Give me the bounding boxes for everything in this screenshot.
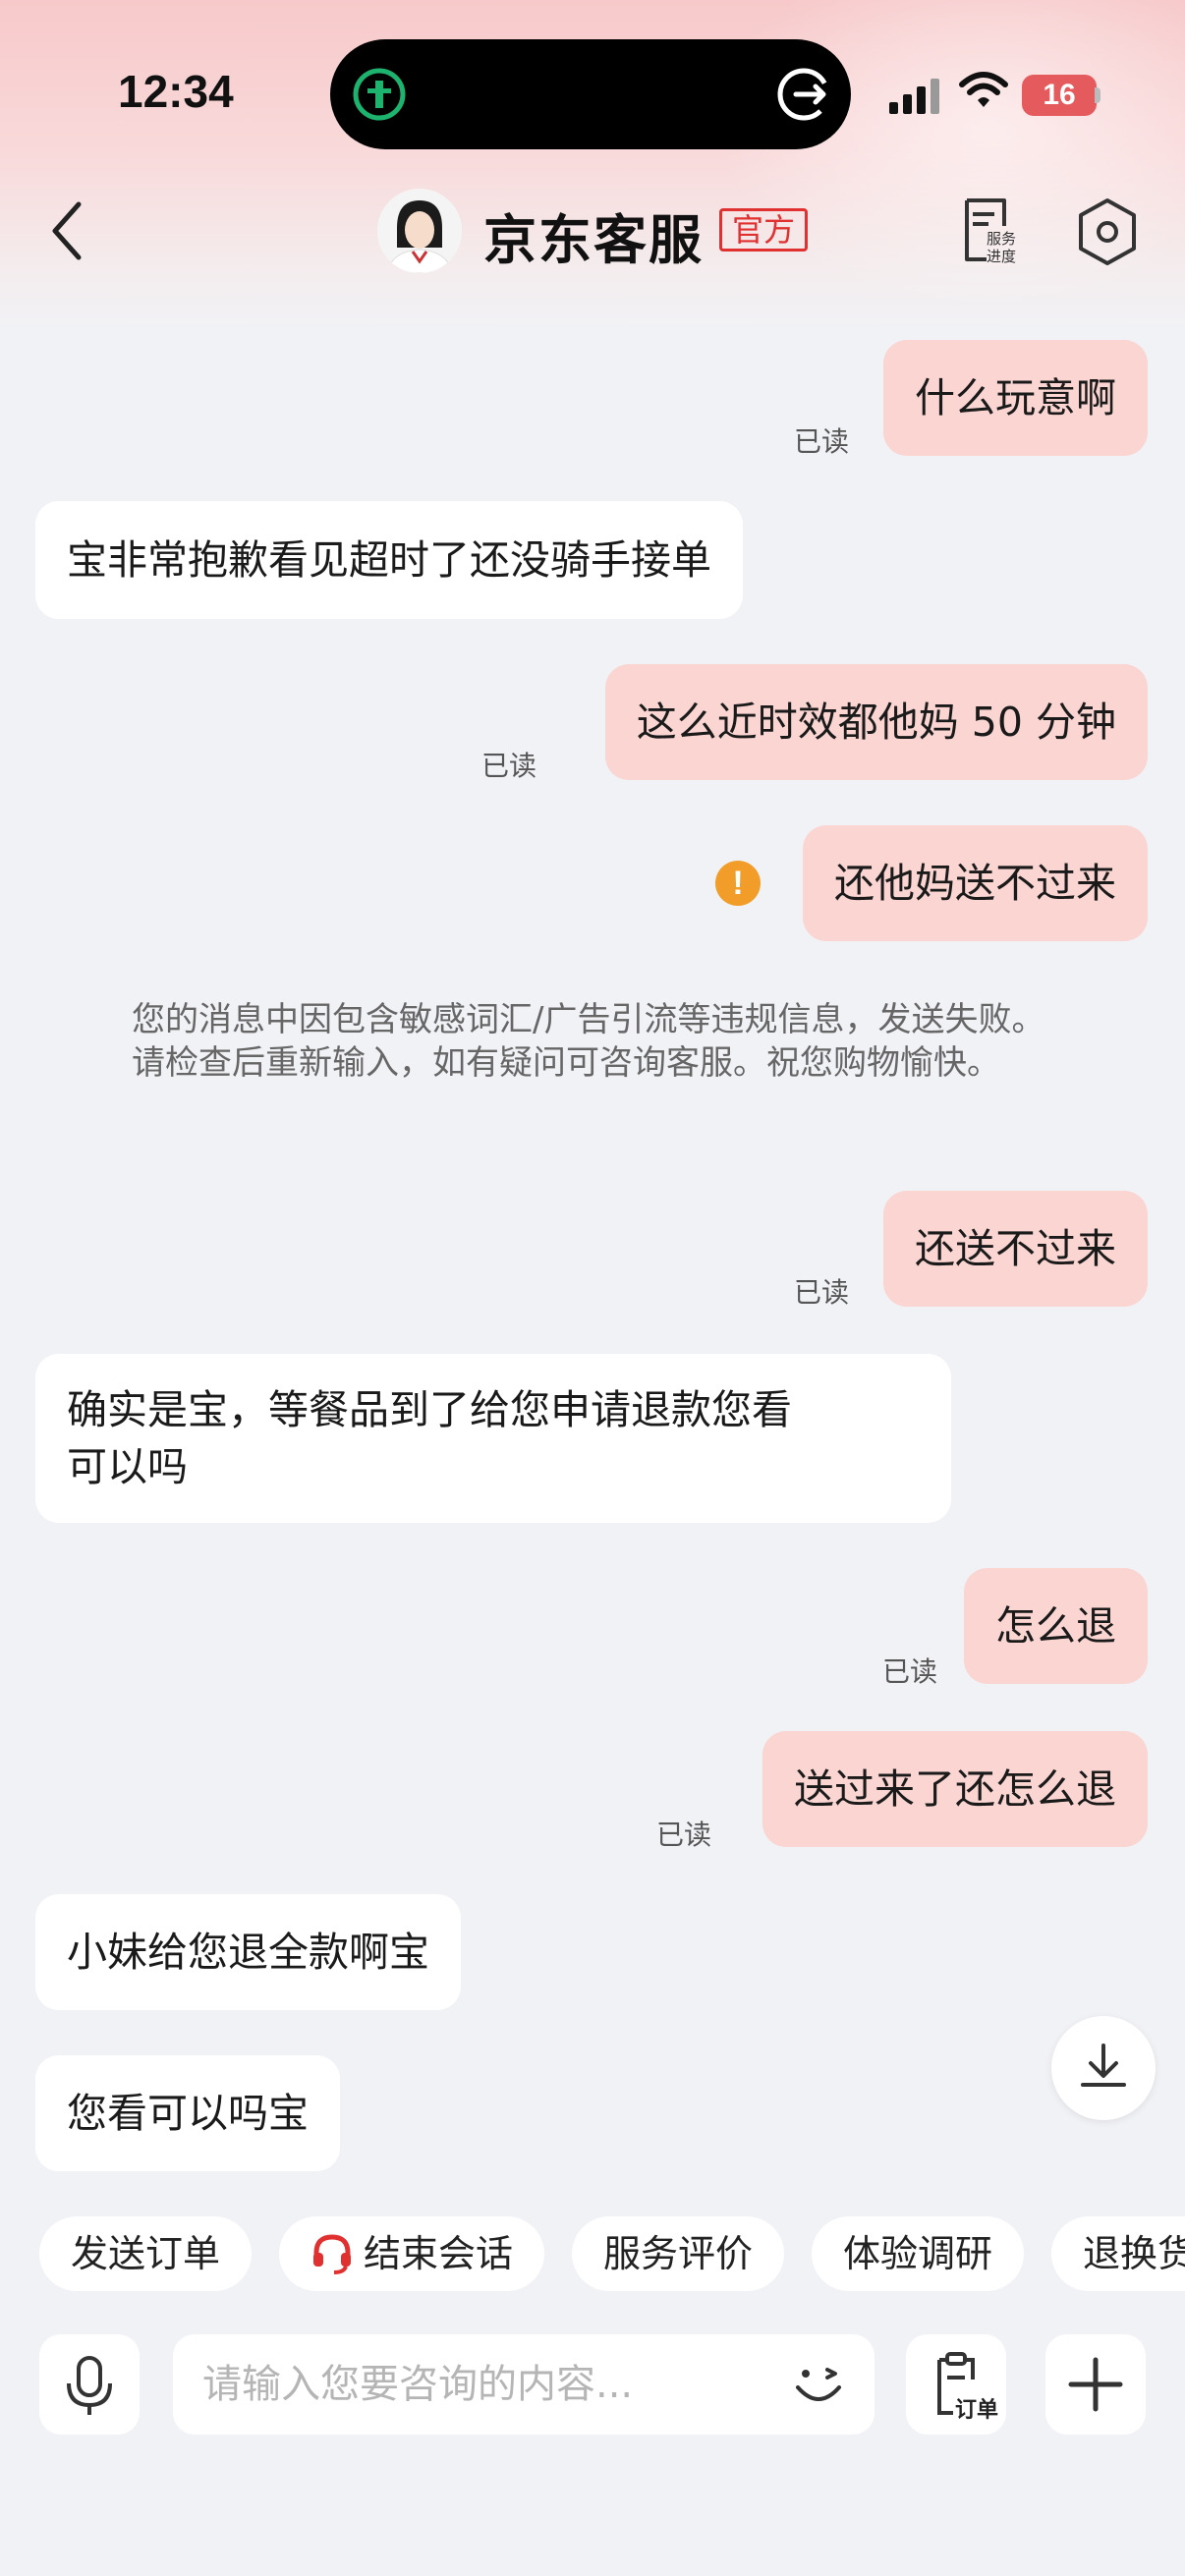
incoming-message[interactable]: 确实是宝，等餐品到了给您申请退款您看 可以吗 <box>35 1354 951 1523</box>
microphone-icon <box>67 2356 112 2415</box>
message-line: 可以吗 <box>67 1443 188 1490</box>
quick-action-return-exchange[interactable]: 退换货 <box>1051 2216 1185 2291</box>
read-status: 已读 <box>794 425 850 458</box>
quick-action-service-rating[interactable]: 服务评价 <box>572 2216 785 2291</box>
incoming-message[interactable]: 您看可以吗宝 <box>35 2055 340 2171</box>
bank-app-icon <box>353 68 406 121</box>
service-icon-label-1: 服务 <box>987 230 1016 248</box>
outgoing-message[interactable]: 什么玩意啊 <box>883 340 1148 456</box>
order-button[interactable]: 订单 <box>906 2334 1006 2435</box>
read-status: 已读 <box>481 750 537 782</box>
quick-action-end-session[interactable]: 结束会话 <box>279 2216 545 2291</box>
incoming-message[interactable]: 小妹给您退全款啊宝 <box>35 1894 461 2010</box>
back-chevron-icon[interactable] <box>47 196 86 265</box>
order-clipboard-icon: 订单 <box>937 2352 998 2423</box>
service-icon-label-2: 进度 <box>987 248 1016 265</box>
read-status: 已读 <box>656 1819 712 1851</box>
emoji-wink-icon[interactable] <box>788 2354 849 2415</box>
wifi-icon <box>959 72 1008 107</box>
status-time: 12:34 <box>118 66 234 117</box>
headset-icon <box>313 2234 351 2274</box>
plus-icon <box>1068 2357 1123 2412</box>
outgoing-message[interactable]: 还送不过来 <box>883 1191 1148 1307</box>
signal-icon <box>889 79 939 114</box>
read-status: 已读 <box>794 1276 850 1309</box>
outgoing-message[interactable]: 这么近时效都他妈 50 分钟 <box>604 664 1148 780</box>
settings-hexagon-icon[interactable] <box>1075 196 1140 267</box>
agent-avatar[interactable] <box>377 189 462 273</box>
send-failed-warning-icon[interactable]: ! <box>715 861 761 906</box>
outgoing-message[interactable]: 怎么退 <box>964 1568 1148 1684</box>
message-input[interactable] <box>202 2334 733 2435</box>
service-progress-icon[interactable]: 服务 进度 <box>959 196 1024 269</box>
quick-action-experience-survey[interactable]: 体验调研 <box>812 2216 1025 2291</box>
chat-title: 京东客服 <box>483 209 704 271</box>
chip-label: 结束会话 <box>364 2232 514 2275</box>
read-status: 已读 <box>882 1655 938 1688</box>
scroll-to-bottom-button[interactable] <box>1051 2016 1156 2120</box>
voice-input-button[interactable] <box>39 2334 140 2435</box>
outgoing-message-failed[interactable]: 还他妈送不过来 <box>803 825 1148 941</box>
logout-icon <box>777 68 830 121</box>
battery-cap <box>1095 87 1100 103</box>
download-arrow-icon <box>1081 2044 1126 2087</box>
order-button-label: 订单 <box>955 2398 998 2423</box>
more-options-button[interactable] <box>1045 2334 1146 2435</box>
official-badge: 官方 <box>719 208 809 252</box>
message-input-container[interactable] <box>173 2334 875 2435</box>
message-line: 确实是宝，等餐品到了给您申请退款您看 <box>67 1386 792 1433</box>
system-notice: 您的消息中因包含敏感词汇/广告引流等违规信息，发送失败。请检查后重新输入，如有疑… <box>132 1000 1045 1083</box>
battery-level: 16 <box>1022 75 1097 116</box>
quick-action-send-order[interactable]: 发送订单 <box>39 2216 253 2291</box>
outgoing-message[interactable]: 送过来了还怎么退 <box>762 1731 1148 1847</box>
incoming-message[interactable]: 宝非常抱歉看见超时了还没骑手接单 <box>35 501 743 619</box>
dynamic-island <box>330 39 851 149</box>
